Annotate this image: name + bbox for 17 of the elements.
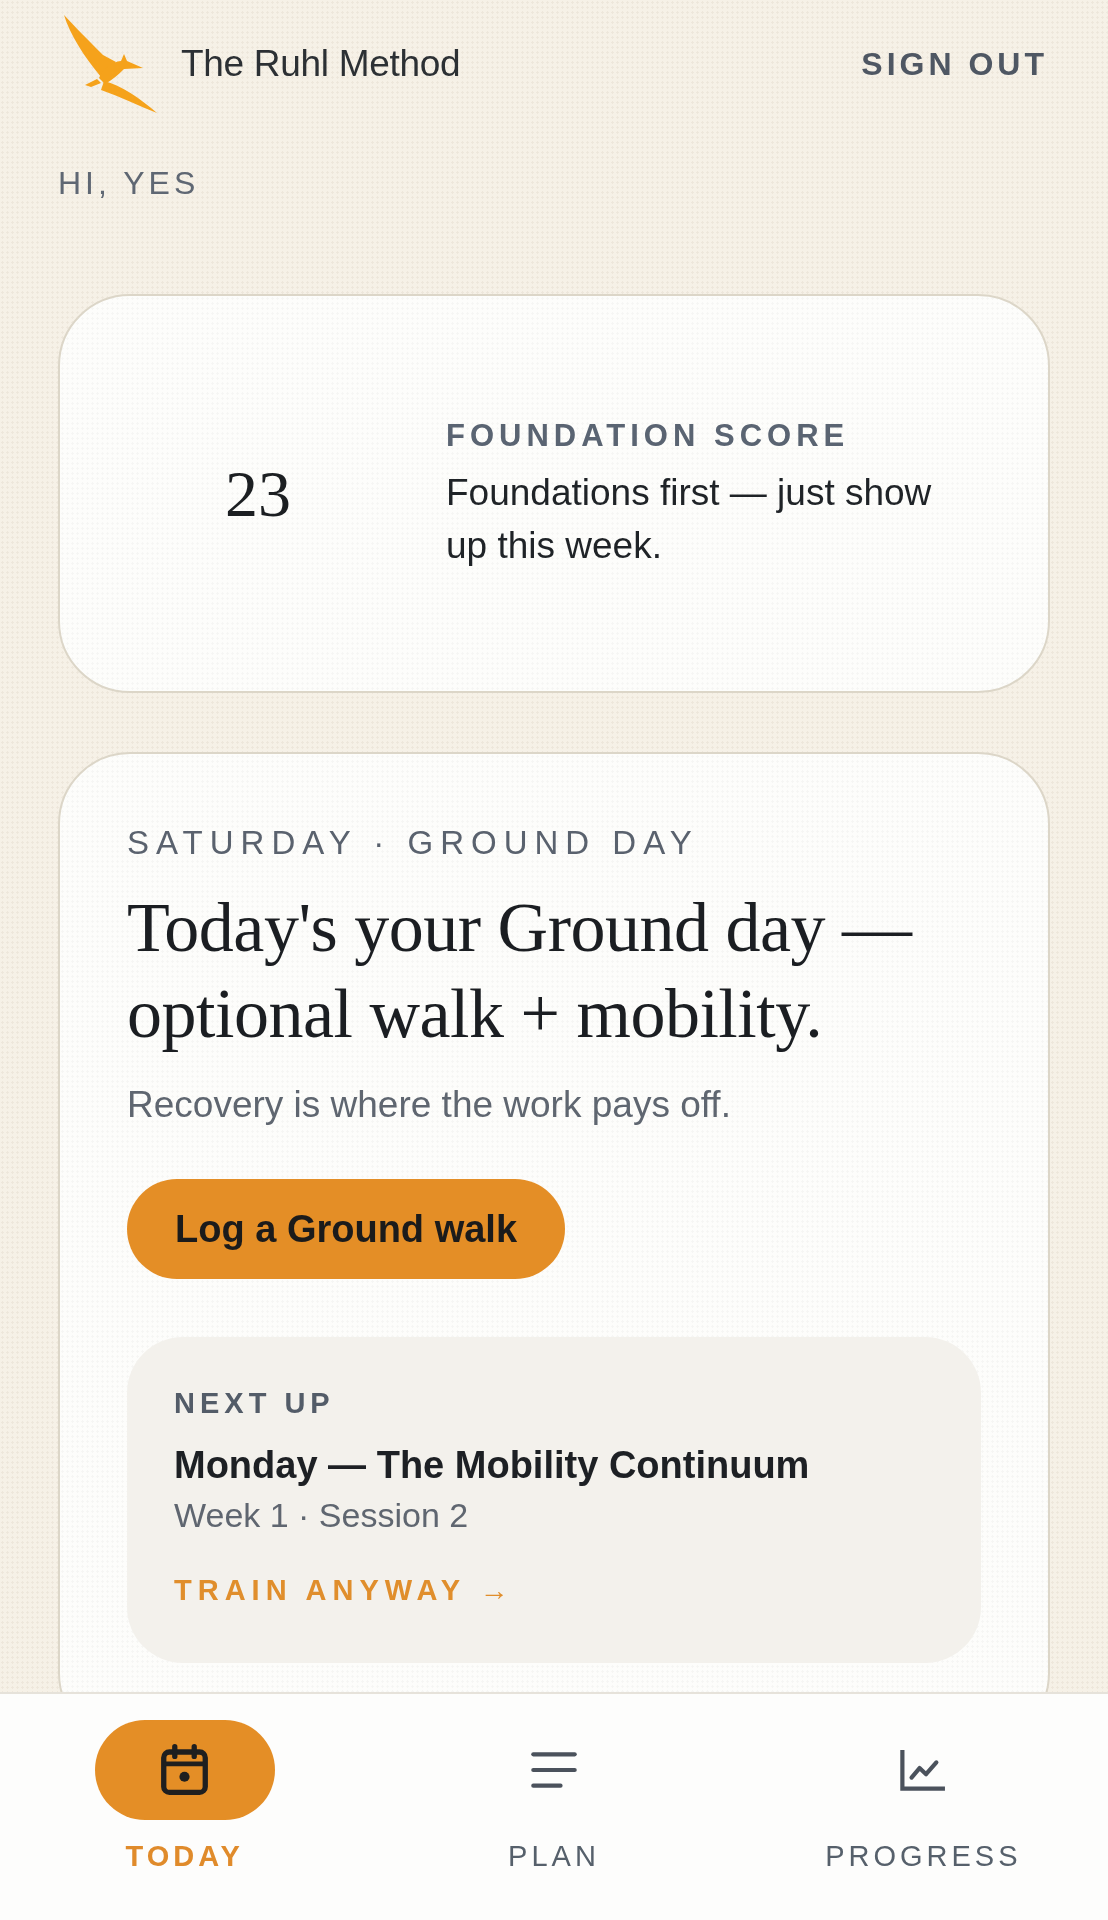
- score-label: FOUNDATION SCORE: [446, 416, 850, 455]
- nav-tab[interactable]: PLAN: [464, 1720, 644, 1874]
- brand-name: The Ruhl Method: [181, 43, 461, 85]
- line-chart-icon: [900, 1749, 947, 1791]
- sign-out-button[interactable]: SIGN OUT: [861, 45, 1048, 83]
- score-value: 23: [225, 460, 291, 527]
- score-message: Foundations first — just show up this week.: [446, 470, 933, 568]
- next-up-label: NEXT UP: [174, 1386, 335, 1421]
- nav-tab[interactable]: PROGRESS: [825, 1720, 1022, 1874]
- session-title: Monday — The Mobility Continuum: [174, 1443, 810, 1488]
- subtitle: Recovery is where the work pays off.: [127, 1083, 731, 1127]
- session-detail: Week 1 · Session 2: [174, 1495, 469, 1536]
- log-walk-button[interactable]: Log a Ground walk: [127, 1179, 566, 1279]
- greeting-text: HI, YES: [58, 164, 200, 203]
- day-label: SATURDAY · GROUND DAY: [127, 823, 699, 863]
- text-lines-icon: [531, 1752, 577, 1788]
- headline: Today's your Ground day — optional walk + mobility.: [127, 888, 914, 1054]
